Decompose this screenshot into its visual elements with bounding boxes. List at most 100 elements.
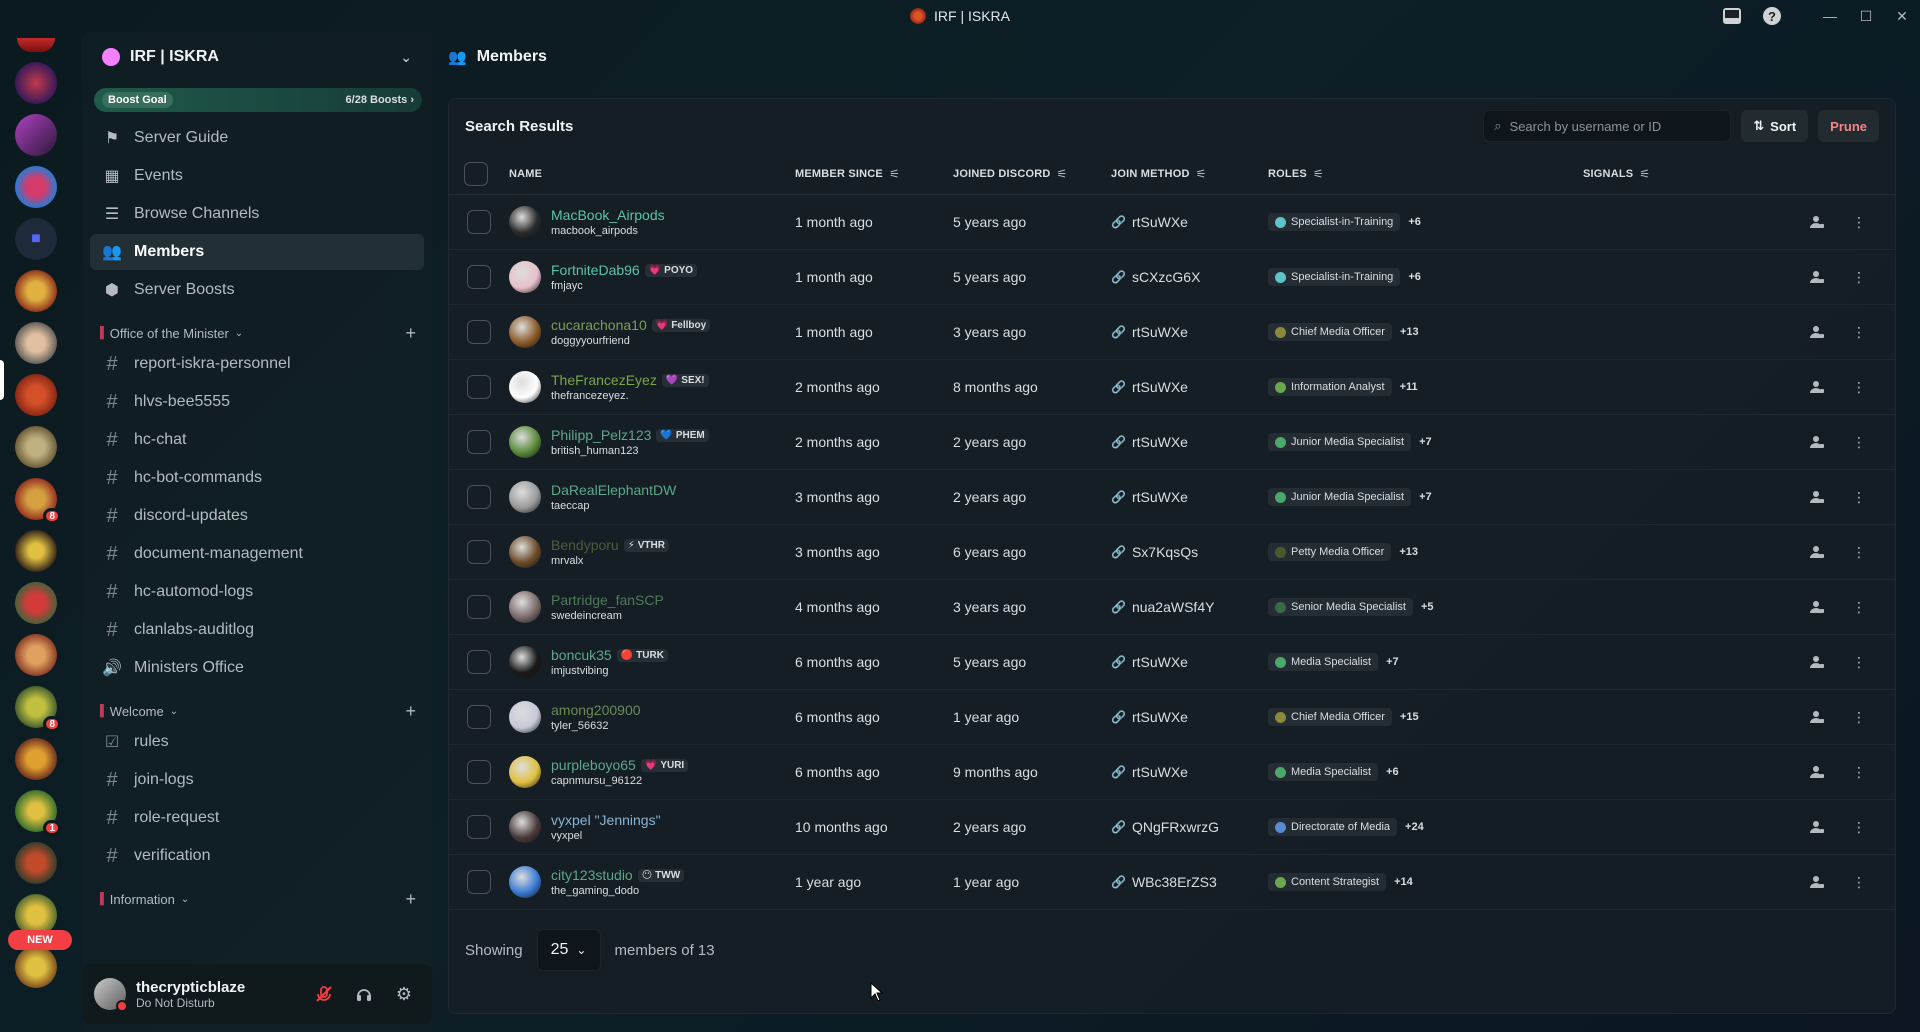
member-display-name[interactable]: DaRealElephantDW xyxy=(551,482,676,498)
prune-button[interactable]: Prune xyxy=(1818,110,1879,142)
avatar[interactable] xyxy=(509,316,541,348)
table-row[interactable]: among200900 tyler_56632 6 months ago 1 y… xyxy=(449,690,1895,745)
select-all-checkbox[interactable] xyxy=(464,161,488,186)
role-pill[interactable]: Media Specialist xyxy=(1268,653,1379,671)
table-row[interactable]: FortniteDab96 💗 POYO fmjayc 1 month ago 5 … xyxy=(449,250,1895,305)
row-checkbox[interactable] xyxy=(467,815,491,839)
server-icon[interactable] xyxy=(15,946,57,988)
table-row[interactable]: vyxpel "Jennings" vyxpel 10 months ago 2… xyxy=(449,800,1895,855)
add-channel-icon[interactable]: + xyxy=(405,323,416,344)
avatar[interactable] xyxy=(509,481,541,513)
member-display-name[interactable]: vyxpel "Jennings" xyxy=(551,812,661,828)
channel-item[interactable]: # discord-updates xyxy=(90,498,424,534)
role-pill[interactable]: Information Analyst xyxy=(1268,378,1392,396)
table-row[interactable]: cucarachona10 💗 Fellboy doggyyourfriend 1 … xyxy=(449,305,1895,360)
row-checkbox[interactable] xyxy=(467,650,491,674)
more-options-icon[interactable]: ⋮ xyxy=(1849,267,1869,287)
more-roles-count[interactable]: +13 xyxy=(1399,546,1418,558)
member-display-name[interactable]: MacBook_Airpods xyxy=(551,207,665,223)
role-pill[interactable]: Junior Media Specialist xyxy=(1268,488,1412,506)
server-icon-iskra[interactable] xyxy=(15,374,57,416)
avatar[interactable] xyxy=(509,756,541,788)
member-profile-icon[interactable] xyxy=(1807,762,1827,782)
more-roles-count[interactable]: +14 xyxy=(1394,876,1413,888)
more-options-icon[interactable]: ⋮ xyxy=(1849,212,1869,232)
member-profile-icon[interactable] xyxy=(1807,432,1827,452)
server-icon[interactable] xyxy=(15,738,57,780)
guild-header[interactable]: IRF | ISKRA ⌄ xyxy=(82,32,432,82)
avatar[interactable] xyxy=(94,978,128,1012)
more-roles-count[interactable]: +7 xyxy=(1386,656,1399,668)
more-roles-count[interactable]: +15 xyxy=(1400,711,1419,723)
member-display-name[interactable]: Philipp_Pelz123 xyxy=(551,427,651,443)
server-icon[interactable]: 1 xyxy=(15,790,61,836)
server-icon[interactable]: 8 xyxy=(15,478,61,524)
avatar[interactable] xyxy=(509,426,541,458)
server-icon[interactable]: 8 xyxy=(15,686,61,732)
table-row[interactable]: purpleboyo65 💗 YURI capnmursu_96122 6 mont… xyxy=(449,745,1895,800)
more-roles-count[interactable]: +6 xyxy=(1408,271,1421,283)
channel-item[interactable]: # hc-automod-logs xyxy=(90,574,424,610)
role-pill[interactable]: Content Strategist xyxy=(1268,873,1387,891)
more-options-icon[interactable]: ⋮ xyxy=(1849,762,1869,782)
avatar[interactable] xyxy=(509,701,541,733)
row-checkbox[interactable] xyxy=(467,485,491,509)
close-icon[interactable]: ✕ xyxy=(1884,0,1920,32)
row-checkbox[interactable] xyxy=(467,265,491,289)
member-display-name[interactable]: Bendyporu xyxy=(551,537,619,553)
channel-item[interactable]: # verification xyxy=(90,838,424,874)
nav-item-events[interactable]: ▦ Events xyxy=(90,158,424,194)
row-checkbox[interactable] xyxy=(467,375,491,399)
more-roles-count[interactable]: +5 xyxy=(1421,601,1434,613)
member-profile-icon[interactable] xyxy=(1807,542,1827,562)
server-icon[interactable] xyxy=(15,62,57,104)
channel-item[interactable]: # role-request xyxy=(90,800,424,836)
channel-item[interactable]: ☑ rules xyxy=(90,724,424,760)
row-checkbox[interactable] xyxy=(467,320,491,344)
role-pill[interactable]: Senior Media Specialist xyxy=(1268,598,1413,616)
more-options-icon[interactable]: ⋮ xyxy=(1849,432,1869,452)
search-input[interactable] xyxy=(1509,118,1710,134)
member-display-name[interactable]: TheFrancezEyez xyxy=(551,372,657,388)
more-roles-count[interactable]: +7 xyxy=(1419,491,1432,503)
role-pill[interactable]: Specialist-in-Training xyxy=(1268,213,1401,231)
folder-icon[interactable]: ■ xyxy=(15,218,57,260)
member-profile-icon[interactable] xyxy=(1807,267,1827,287)
more-options-icon[interactable]: ⋮ xyxy=(1849,322,1869,342)
row-checkbox[interactable] xyxy=(467,705,491,729)
role-pill[interactable]: Chief Media Officer xyxy=(1268,708,1392,726)
server-icon[interactable] xyxy=(15,426,57,468)
sort-button[interactable]: ⇅ Sort xyxy=(1741,110,1809,142)
row-checkbox[interactable] xyxy=(467,210,491,234)
server-icon[interactable] xyxy=(15,166,57,208)
member-display-name[interactable]: FortniteDab96 xyxy=(551,262,640,278)
more-roles-count[interactable]: +6 xyxy=(1386,766,1399,778)
member-profile-icon[interactable] xyxy=(1807,322,1827,342)
inbox-icon[interactable] xyxy=(1712,0,1752,32)
member-display-name[interactable]: Partridge_fanSCP xyxy=(551,592,664,608)
more-roles-count[interactable]: +13 xyxy=(1400,326,1419,338)
server-icon[interactable] xyxy=(17,38,55,52)
avatar[interactable] xyxy=(509,811,541,843)
member-profile-icon[interactable] xyxy=(1807,817,1827,837)
channel-item[interactable]: # hlvs-bee5555 xyxy=(90,384,424,420)
microphone-muted-icon[interactable] xyxy=(308,978,340,1010)
more-roles-count[interactable]: +7 xyxy=(1419,436,1432,448)
server-icon[interactable] xyxy=(15,582,57,624)
member-display-name[interactable]: cucarachona10 xyxy=(551,317,647,333)
avatar[interactable] xyxy=(509,646,541,678)
channel-item[interactable]: # hc-chat xyxy=(90,422,424,458)
server-icon[interactable] xyxy=(15,842,57,884)
minimize-icon[interactable]: — xyxy=(1812,0,1848,32)
more-options-icon[interactable]: ⋮ xyxy=(1849,377,1869,397)
table-row[interactable]: boncuk35 🔴 TURK imjustvibing 6 months ago … xyxy=(449,635,1895,690)
member-profile-icon[interactable] xyxy=(1807,212,1827,232)
table-row[interactable]: DaRealElephantDW taeccap 3 months ago 2 … xyxy=(449,470,1895,525)
channel-item[interactable]: # report-iskra-personnel xyxy=(90,346,424,382)
add-channel-icon[interactable]: + xyxy=(405,701,416,722)
gear-icon[interactable]: ⚙ xyxy=(388,978,420,1010)
table-row[interactable]: Philipp_Pelz123 💙 PHEM british_human123 2 … xyxy=(449,415,1895,470)
server-icon[interactable] xyxy=(15,114,57,156)
channel-item[interactable]: # hc-bot-commands xyxy=(90,460,424,496)
table-row[interactable]: city123studio 😶 TWW the_gaming_dodo 1 year… xyxy=(449,855,1895,910)
